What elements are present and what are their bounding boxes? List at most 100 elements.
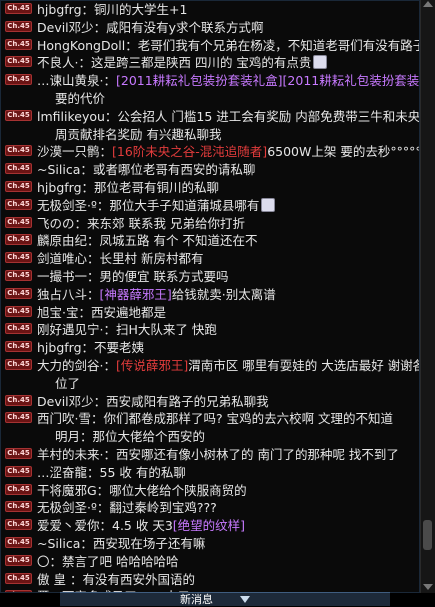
chat-message: Ch.45 hjbgfrg：不要老姨 [1,339,419,357]
chat-message: Ch.45 旭宝·宝：西安遍地都是 [1,304,419,322]
message-text: 一撮书一：男的便宜 联系方式要吗 [37,268,229,284]
channel-badge: Ch.45 [5,501,32,513]
chat-scrollbar[interactable] [420,0,435,593]
channel-badge: Ch.45 [5,216,32,228]
chat-message-continuation: 位了 [55,375,81,391]
message-text: …涩奋龍：55 收 有的私聊 [37,464,186,480]
chat-message: Ch.45 剑道唯心：长里村 新房村都有 [1,250,419,268]
chat-message: Ch.45 刚好遇见宁·：扫H大队来了 快跑 [1,321,419,339]
channel-badge: Ch.45 [5,519,32,531]
chat-message-continuation: 要的代价 [55,90,106,106]
message-text: ~Silica：西安现在场子还有嘛 [37,535,206,551]
channel-badge: Ch.45 [5,234,32,246]
message-text: Devil邓少：咸阳有没有y求个联系方式啊 [37,19,264,35]
chat-message: Ch.45 hjbgfrg：铜川的大学生+1 [1,1,419,19]
chat-message: Ch.45 羊村的未来·：西安哪还有像小树林了的 南门了的那种呢 找不到了 [1,446,419,464]
channel-badge: Ch.45 [5,3,32,14]
chat-message: Ch.45 ~Silica：或者哪位老哥有西安的请私聊 [1,161,419,179]
channel-badge: Ch.45 [5,287,32,299]
channel-badge: Ch.45 [5,536,32,548]
message-text: 不良人·：这是跨三都是陕西 四川的 宝鸡的有点贵 [37,55,312,71]
chat-message: Ch.45 一撮书一：男的便宜 联系方式要吗 [1,268,419,286]
message-text: 西门吹·雪：你们都卷成那样了吗? 宝鸡的去六校啊 文理的不知道 [37,411,394,427]
chat-message: Ch.45 Devil邓少：咸阳有没有y求个联系方式啊 [1,19,419,37]
channel-badge: Ch.45 [5,483,32,495]
message-text: 无极剑圣·º：那位大手子知道蒲城县哪有 [37,197,260,213]
chat-message: Ch.45 无极剑圣·º：那位大手子知道蒲城县哪有 [1,197,419,215]
new-messages-label: 新消息 [180,593,213,606]
item-link[interactable]: [绝望的纹样] [173,518,245,533]
message-text: 〇：禁言了吧 哈哈哈哈哈 [37,553,179,569]
message-text: 爱爱丶爱你：4.5 收 天3 [37,518,173,534]
message-text: lmfilikeyou：公会招人 门槛15 进工会有奖励 内部免费带三牛和未央 … [37,108,420,124]
chat-message: Ch.45 〇：禁言了吧 哈哈哈哈哈 [1,553,419,571]
message-text: 沙漠一只鹘： [37,144,113,160]
item-link[interactable]: [2011耕耘礼包装扮套装礼盒][2011耕耘礼包装扮套装礼盒] [116,73,419,88]
message-text: 渭南市区 哪里有耍娃的 大选店最好 谢谢各 [188,357,420,373]
channel-badge: Ch.45 [5,198,32,210]
chat-message-continuation: 周贡献排名奖励 有兴趣私聊我 [55,126,222,142]
channel-badge: Ch.45 [5,341,32,353]
message-text: 无极剑圣·º：翻过秦岭到宝鸡??? [37,500,217,516]
message-text: 旭宝·宝：西安遍地都是 [37,304,166,320]
message-text: hjbgfrg：铜川的大学生+1 [37,2,188,17]
channel-badge: Ch.45 [5,56,32,68]
message-text: 飞のの：来东郊 联系我 兄弟给你打折 [37,215,245,231]
channel-badge: Ch.45 [5,358,32,370]
scroll-down-icon[interactable] [423,584,433,590]
chat-message: Ch.45 傲 皇 ：有没有西安外国语的 [1,571,419,589]
channel-badge: Ch.45 [5,163,32,175]
arrow-down-icon [240,596,250,603]
chat-message: Ch.45 …涩奋龍：55 收 有的私聊 [1,464,419,482]
message-text: 6500W上架 要的去秒°°°°°°°°°°° [267,144,419,160]
message-text: 羊村的未来·：西安哪还有像小树林了的 南门了的那种呢 找不到了 [37,446,399,462]
scroll-thumb[interactable] [423,520,432,550]
chat-message: Ch.45 独占八斗：[神器薛邪王]给钱就卖·别太离谱 [1,286,419,304]
chat-message: Ch.45 ~Silica：西安现在场子还有嘛 [1,535,419,553]
message-text: hjbgfrg：不要老姨 [37,340,145,356]
chat-message: Ch.45 …谏山黄泉·：[2011耕耘礼包装扮套装礼盒][2011耕耘礼包装扮套… [1,72,419,90]
channel-badge: Ch.45 [5,447,32,459]
item-link[interactable]: [神器薛邪王] [100,287,172,302]
channel-badge: Ch.45 [5,554,32,566]
channel-badge: Ch.45 [5,269,32,281]
chat-message: Ch.45 hjbgfrg：那位老哥有铜川的私聊 [1,179,419,197]
message-text: 干将魔邪G：哪位大佬给个陕服商贸的 [37,482,247,498]
scroll-up-icon[interactable] [423,1,433,7]
chat-message: Ch.45 HongKongDoll：老哥们我有个兄弟在杨凌，不知道老哥们有没有路… [1,37,419,55]
channel-badge: Ch.45 [5,20,32,32]
channel-badge: Ch.45 [5,465,32,477]
chat-message: Ch.45 飞のの：来东郊 联系我 兄弟给你打折 [1,215,419,233]
message-text: HongKongDoll：老哥们我有个兄弟在杨凌，不知道老哥们有没有路子 [37,37,420,53]
message-text: 大力的剑谷·： [37,357,116,373]
chat-message-continuation: 明月：那位大佬给个西安的 [55,429,206,445]
message-text: hjbgfrg：那位老哥有铜川的私聊 [37,179,220,195]
channel-badge: Ch.45 [5,305,32,317]
channel-badge: Ch.45 [5,180,32,192]
item-link[interactable]: [传说薛邪王] [116,358,188,373]
chat-log[interactable]: Ch.45 hjbgfrg：铜川的大学生+1 Ch.45 Devil邓少：咸阳有没有y… [0,0,420,593]
chat-message: Ch.45 干将魔邪G：哪位大佬给个陕服商贸的 [1,482,419,500]
chat-message: Ch.45 无极剑圣·º：翻过秦岭到宝鸡??? [1,499,419,517]
channel-badge: Ch.45 [5,109,32,121]
channel-badge: Ch.45 [5,38,32,50]
emoticon-icon [261,197,276,212]
channel-badge: Ch.45 [5,590,32,592]
chat-message: Ch.45 大力的剑谷·：[传说薛邪王]渭南市区 哪里有耍娃的 大选店最好 谢谢各 [1,357,419,375]
channel-badge: Ch.45 [5,252,32,264]
chat-message: Ch.45 沙漠一只鹘：[16阶未央之谷-混沌追随者]6500W上架 要的去秒°°… [1,143,419,161]
message-text: 麟原由纪：凤城五路 有个 不知道还在不 [37,233,258,249]
chat-message: Ch.45 Devil邓少：西安咸阳有路子的兄弟私聊我 [1,393,419,411]
message-text: 给钱就卖·别太离谱 [171,286,276,302]
new-messages-button[interactable]: 新消息 [60,592,390,606]
message-text: ~Silica：或者哪位老哥有西安的请私聊 [37,162,256,178]
message-text: Devil邓少：西安咸阳有路子的兄弟私聊我 [37,393,269,409]
channel-badge: Ch.45 [5,74,32,86]
item-link[interactable]: [16阶未央之谷-混沌追随者] [112,144,267,159]
chat-message: Ch.45 不良人·：这是跨三都是陕西 四川的 宝鸡的有点贵 [1,54,419,72]
channel-badge: Ch.45 [5,572,32,584]
message-text: 傲 皇 ：有没有西安外国语的 [37,571,195,587]
message-text: 独占八斗： [37,286,100,302]
message-text: 刚好遇见宁·：扫H大队来了 快跑 [37,322,217,338]
channel-badge: Ch.45 [5,145,32,157]
